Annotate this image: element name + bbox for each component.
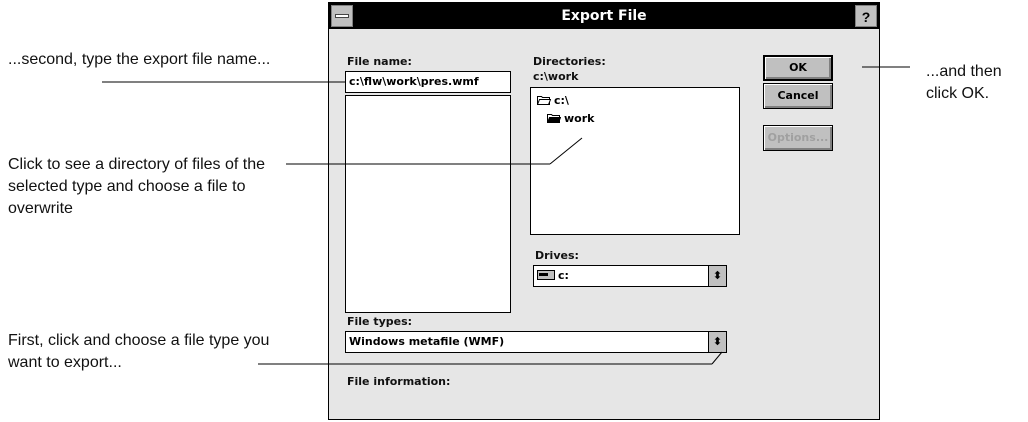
- dir-item-label: work: [564, 112, 595, 125]
- open-folder-icon: [537, 96, 551, 105]
- filetypes-select[interactable]: Windows metafile (WMF) ⬍: [345, 331, 727, 353]
- cancel-button[interactable]: Cancel: [763, 83, 833, 109]
- dir-item-label: c:\: [554, 94, 569, 107]
- export-file-dialog: Export File ? File name: c:\flw\work\pre…: [328, 2, 880, 420]
- options-button: Options...: [763, 125, 833, 151]
- help-button[interactable]: ?: [855, 5, 877, 27]
- drives-select[interactable]: c: ⬍: [533, 265, 727, 287]
- open-folder-icon: [547, 114, 561, 123]
- drive-icon: [537, 270, 555, 280]
- file-list[interactable]: [345, 95, 511, 313]
- annotation-first-step: First, click and choose a file type you …: [8, 332, 270, 371]
- fileinfo-label: File information:: [347, 375, 451, 388]
- dialog-title: Export File: [561, 8, 647, 24]
- current-directory: c:\work: [533, 70, 579, 83]
- drive-value: c:: [558, 269, 569, 282]
- filename-label: File name:: [347, 55, 412, 68]
- directory-tree[interactable]: c:\ work: [530, 87, 740, 235]
- dir-item-root[interactable]: c:\: [537, 94, 569, 107]
- directories-label: Directories:: [533, 55, 606, 68]
- filename-input[interactable]: c:\flw\work\pres.wmf: [345, 71, 511, 93]
- annotation-then-ok: ...and then click OK.: [926, 63, 1002, 102]
- filetypes-label: File types:: [347, 315, 413, 328]
- filetypes-dropdown-arrow[interactable]: ⬍: [708, 332, 726, 352]
- drives-label: Drives:: [535, 249, 579, 262]
- system-menu-icon: [335, 14, 349, 18]
- annotation-second-step: ...second, type the export file name...: [8, 51, 271, 68]
- title-bar: Export File: [329, 3, 879, 29]
- filetype-value: Windows metafile (WMF): [349, 335, 505, 348]
- dir-item-work[interactable]: work: [547, 112, 594, 125]
- annotation-click-to-see: Click to see a directory of files of the…: [8, 156, 265, 217]
- drives-dropdown-arrow[interactable]: ⬍: [708, 266, 726, 286]
- system-menu-button[interactable]: [331, 5, 353, 27]
- ok-button[interactable]: OK: [763, 55, 833, 81]
